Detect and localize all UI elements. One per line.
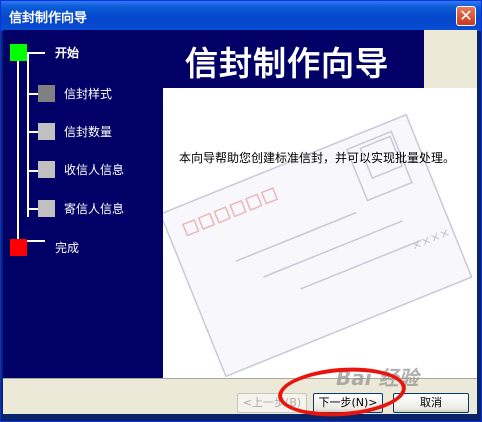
step-connector-line: [17, 52, 19, 252]
steps-panel: 开始 信封样式 信封数量 收信人信息 寄信人信息 完成: [3, 30, 163, 378]
wizard-banner: 信封制作向导: [163, 30, 424, 88]
step-label-finish: 完成: [55, 241, 80, 255]
step-style-marker: [38, 85, 55, 102]
step-label-recipient: 收信人信息: [64, 163, 125, 177]
main-panel: ×××× 本向导帮助您创建标准信封，并可以实现批量处理。: [163, 88, 477, 378]
step-label-style: 信封样式: [64, 87, 113, 101]
step-start-marker: [10, 44, 27, 61]
step-sender-marker: [38, 200, 55, 217]
window-title: 信封制作向导: [9, 11, 88, 26]
step-finish-marker: [10, 239, 27, 256]
cancel-button[interactable]: 取消: [393, 393, 469, 413]
step-label-quantity: 信封数量: [64, 125, 113, 139]
step-label-sender: 寄信人信息: [64, 202, 125, 216]
step-connector-line: [27, 52, 29, 217]
banner-title: 信封制作向导: [185, 44, 389, 83]
step-recipient-marker: [38, 161, 55, 178]
close-icon: ✕: [459, 6, 473, 25]
step-label-start: 开始: [55, 46, 80, 60]
title-bar[interactable]: 信封制作向导 ✕: [1, 1, 481, 31]
envelope-illustration: ××××: [163, 113, 473, 378]
intro-text: 本向导帮助您创建标准信封，并可以实现批量处理。: [179, 151, 456, 165]
step-quantity-marker: [38, 123, 55, 140]
close-button[interactable]: ✕: [456, 6, 476, 26]
